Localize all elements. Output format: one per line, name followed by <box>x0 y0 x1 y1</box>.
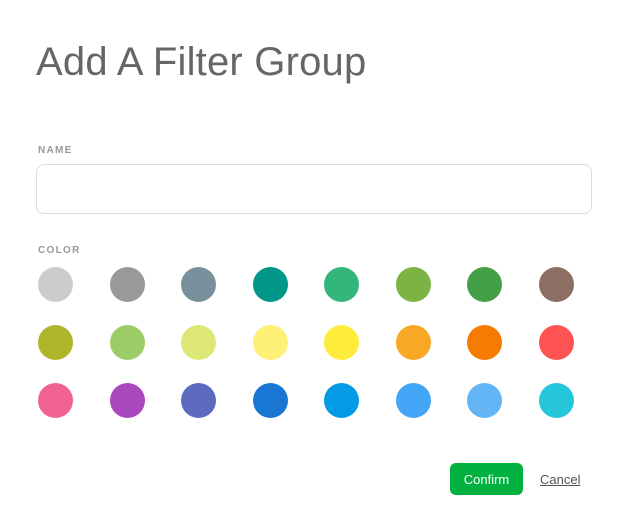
color-swatch[interactable] <box>38 267 73 302</box>
color-swatch[interactable] <box>252 383 288 418</box>
color-swatch[interactable] <box>395 267 431 302</box>
dialog-title: Add A Filter Group <box>36 40 367 84</box>
color-swatch[interactable] <box>109 325 145 360</box>
color-swatch[interactable] <box>181 325 216 360</box>
add-filter-group-dialog: Add A Filter Group NAME COLOR Confirm Ca… <box>0 0 629 531</box>
confirm-button[interactable]: Confirm <box>450 463 523 495</box>
color-swatch[interactable] <box>467 325 502 360</box>
name-label: NAME <box>38 145 73 156</box>
color-label: COLOR <box>38 245 81 256</box>
color-swatch[interactable] <box>109 267 145 302</box>
color-swatch[interactable] <box>181 267 216 302</box>
color-swatch-grid <box>38 267 578 418</box>
color-swatch[interactable] <box>38 383 73 418</box>
color-swatch[interactable] <box>252 267 288 302</box>
color-swatch[interactable] <box>538 383 574 418</box>
color-swatch[interactable] <box>395 383 431 418</box>
color-swatch[interactable] <box>324 267 359 302</box>
cancel-link[interactable]: Cancel <box>540 472 580 487</box>
color-swatch[interactable] <box>467 267 502 302</box>
color-swatch[interactable] <box>467 383 502 418</box>
color-swatch[interactable] <box>181 383 216 418</box>
color-swatch[interactable] <box>538 325 574 360</box>
color-swatch[interactable] <box>324 383 359 418</box>
color-swatch[interactable] <box>38 325 73 360</box>
color-swatch[interactable] <box>252 325 288 360</box>
color-swatch[interactable] <box>395 325 431 360</box>
color-swatch[interactable] <box>538 267 574 302</box>
color-swatch[interactable] <box>324 325 359 360</box>
color-swatch[interactable] <box>109 383 145 418</box>
name-input[interactable] <box>36 164 592 214</box>
